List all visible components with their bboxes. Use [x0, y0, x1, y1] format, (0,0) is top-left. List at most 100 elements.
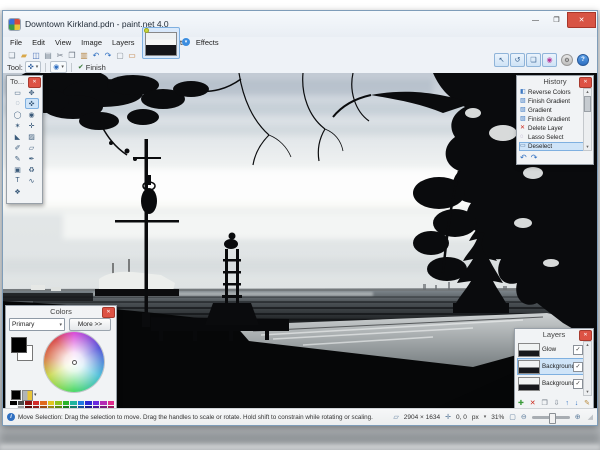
palette-color[interactable] [78, 401, 85, 405]
cut-icon[interactable]: ✂ [54, 50, 66, 61]
scroll-up-icon[interactable]: ▲ [584, 89, 591, 95]
palette-color[interactable] [10, 401, 17, 405]
palette-color[interactable] [33, 401, 40, 405]
palette-color[interactable] [40, 401, 47, 405]
text-tool[interactable]: T [11, 175, 25, 186]
color-wheel[interactable] [44, 332, 104, 392]
scroll-up-icon[interactable]: ▲ [584, 342, 591, 348]
zoom-fit-button[interactable]: ▢ [509, 413, 516, 421]
palette-color[interactable] [108, 401, 115, 405]
help-button[interactable]: ? [577, 54, 589, 66]
minimize-button[interactable]: — [525, 12, 546, 28]
history-item[interactable]: ▧ Finish Gradient [519, 115, 584, 124]
primary-color-swatch[interactable] [11, 337, 27, 353]
paint-bucket-tool[interactable]: ◣ [11, 131, 25, 142]
save-icon[interactable]: ◫ [30, 50, 42, 61]
clone-stamp-tool[interactable]: ▣ [11, 164, 25, 175]
undo-icon[interactable]: ↶ [90, 50, 102, 61]
palette-color[interactable] [85, 401, 92, 405]
panel-toggle[interactable]: ◉ [542, 53, 557, 67]
more-colors-button[interactable]: More >> [69, 318, 111, 331]
move-selection-tool[interactable]: ✜ [25, 98, 39, 109]
color-picker-tool[interactable]: ✒ [25, 153, 39, 164]
history-item[interactable]: ▧ Finish Gradient [519, 97, 584, 106]
layer-visibility-checkbox[interactable]: ✓ [573, 362, 583, 372]
active-tool-dropdown[interactable]: ✜ ▾ [25, 61, 41, 73]
magic-wand-tool[interactable]: ✶ [11, 120, 25, 131]
print-icon[interactable]: ▤ [42, 50, 54, 61]
menu-item[interactable]: Effects [191, 37, 224, 49]
menu-item[interactable]: View [50, 37, 76, 49]
paste-icon[interactable]: ▥ [78, 50, 90, 61]
gradient-tool[interactable]: ▨ [25, 131, 39, 142]
panel-toggle[interactable]: ↺ [510, 53, 525, 67]
snapping-dropdown[interactable]: ◉ ▾ [50, 61, 67, 73]
color-mode-select[interactable]: Primary ▾ [9, 318, 65, 331]
redo-icon[interactable]: ↷ [102, 50, 114, 61]
close-icon[interactable]: ✕ [28, 77, 41, 88]
history-item[interactable]: ◌ Lasso Select [519, 133, 584, 142]
pan-tool[interactable]: ✛ [25, 120, 39, 131]
panel-toggle[interactable]: ❏ [526, 53, 541, 67]
menu-item[interactable]: File [5, 37, 27, 49]
finish-button[interactable]: Finish [86, 63, 106, 72]
history-scrollbar[interactable]: ▲ ▼ [583, 88, 592, 151]
tools-toggle[interactable]: ↖ [494, 53, 509, 67]
move-selected-pixels-tool[interactable]: ✥ [25, 87, 39, 98]
maximize-button[interactable]: ❐ [546, 12, 567, 28]
eraser-tool[interactable]: ▱ [25, 142, 39, 153]
title-bar[interactable]: Downtown Kirkland.pdn - paint.net 4.0 [3, 11, 597, 37]
recent-color-swatch[interactable] [11, 390, 21, 400]
layers-scrollbar[interactable]: ▲ ▼ [583, 341, 592, 396]
recolor-tool[interactable]: ♻ [25, 164, 39, 175]
palette-color[interactable] [18, 401, 25, 405]
settings-button[interactable]: ⚙ [561, 54, 573, 66]
palette-color[interactable] [70, 401, 77, 405]
history-item[interactable]: ▭ Deselect [519, 142, 584, 151]
layer-row[interactable]: Background ✓ [517, 375, 584, 392]
line-curve-tool[interactable]: ∿ [25, 175, 39, 186]
redo-icon[interactable]: ↷ [531, 153, 538, 162]
palette-menu-icon[interactable] [22, 390, 33, 401]
close-icon[interactable]: ✕ [579, 330, 592, 341]
layer-visibility-checkbox[interactable]: ✓ [573, 345, 583, 355]
crop-icon[interactable]: ▢ [114, 50, 126, 61]
scroll-down-icon[interactable]: ▼ [584, 389, 591, 395]
shapes-tool[interactable]: ❖ [11, 186, 25, 197]
pencil-tool[interactable]: ✎ [11, 153, 25, 164]
lasso-select-tool[interactable]: ◌ [11, 98, 25, 109]
menu-item[interactable]: Layers [107, 37, 140, 49]
layer-row[interactable]: Glow ✓ [517, 341, 584, 358]
layer-row[interactable]: Background ✓ [517, 358, 584, 375]
zoom-slider-thumb[interactable] [549, 413, 556, 424]
palette-color[interactable] [93, 401, 100, 405]
history-item[interactable]: ✕ Delete Layer [519, 124, 584, 133]
zoom-in-button[interactable]: ⊕ [575, 413, 581, 421]
scrollbar-thumb[interactable] [584, 96, 591, 112]
close-icon[interactable]: ✕ [102, 307, 115, 318]
ellipse-select-tool[interactable]: ◯ [11, 109, 25, 120]
zoom-out-button[interactable]: ⊖ [521, 413, 527, 421]
image-list-thumbnail[interactable] [142, 27, 180, 59]
scroll-down-icon[interactable]: ▼ [584, 144, 591, 150]
palette-color[interactable] [100, 401, 107, 405]
deselect-icon[interactable]: ▭ [126, 50, 138, 61]
new-icon[interactable]: ❏ [6, 50, 18, 61]
zoom-tool[interactable]: ◉ [25, 109, 39, 120]
palette-color[interactable] [55, 401, 62, 405]
history-item[interactable]: ▧ Gradient [519, 106, 584, 115]
rectangle-select-tool[interactable]: ▭ [11, 87, 25, 98]
palette-color[interactable] [25, 401, 32, 405]
resize-grip[interactable]: ◢ [588, 413, 593, 421]
image-list-button[interactable]: ▾ [182, 38, 190, 46]
history-item[interactable]: ◧ Reverse Colors [519, 88, 584, 97]
zoom-slider[interactable] [532, 416, 570, 419]
undo-icon[interactable]: ↶ [520, 153, 527, 162]
unit-select[interactable]: px [472, 414, 479, 421]
menu-item[interactable]: Edit [27, 37, 50, 49]
close-button[interactable]: ✕ [567, 12, 596, 28]
menu-item[interactable]: Image [76, 37, 107, 49]
palette-color[interactable] [63, 401, 70, 405]
close-icon[interactable]: ✕ [579, 77, 592, 88]
copy-icon[interactable]: ❐ [66, 50, 78, 61]
